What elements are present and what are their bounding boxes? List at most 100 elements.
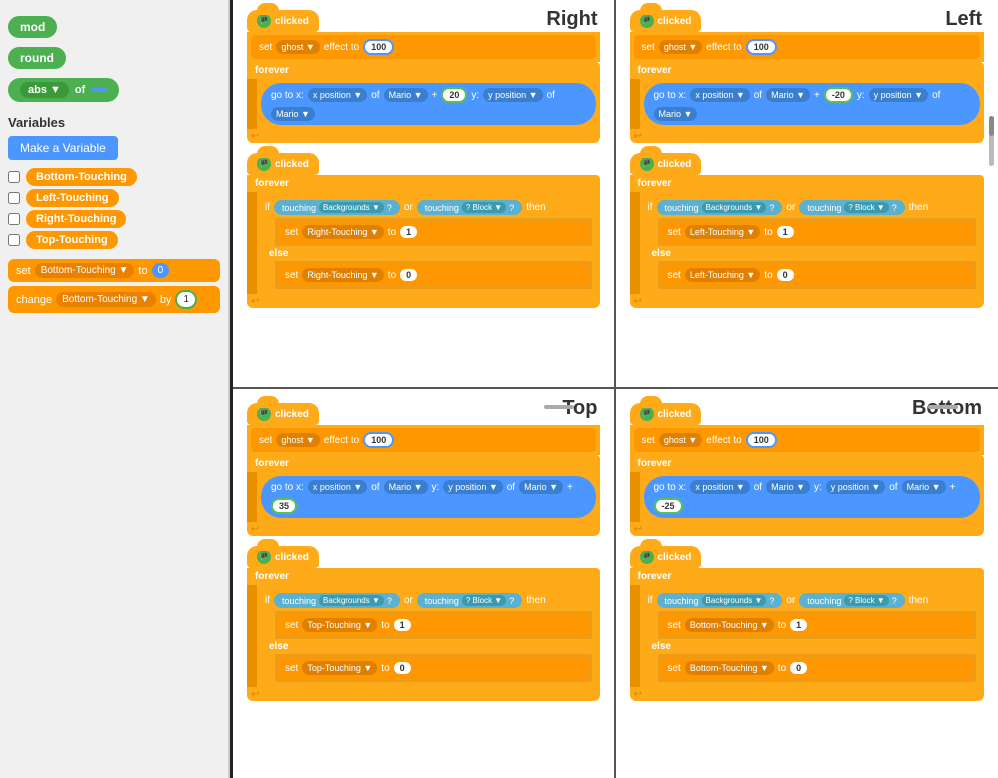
bt-dd-0[interactable]: Bottom-Touching ▼ [685,661,774,675]
top-x-pos-dd[interactable]: x position ▼ [308,480,367,494]
rt-val-0[interactable]: 0 [400,269,417,281]
ghost-dd[interactable]: ghost ▼ [276,40,319,54]
touching-cond-r[interactable]: touching Backgrounds ▼ ? [274,200,400,215]
top-when-clicked-1[interactable]: 🏴 clicked [247,403,319,425]
left-goto-stmt[interactable]: go to x: x position ▼ of Mario ▼ + -20 y… [644,83,981,125]
top-forever-header-2[interactable]: forever [247,568,600,585]
top-when-clicked-2[interactable]: 🏴 clicked [247,546,319,568]
rt-dd-1[interactable]: Right-Touching ▼ [302,225,383,239]
right-forever-header-1[interactable]: forever [247,62,600,79]
abs-value[interactable] [91,88,107,92]
left-set-lt-0[interactable]: set Left-Touching ▼ to 0 [660,264,975,286]
change-bottom-touching-block[interactable]: change Bottom-Touching ▼ by 1 [8,286,220,313]
touching-block-cond-t[interactable]: touching ? Block ▼ ? [417,593,522,608]
bt-val-0[interactable]: 0 [790,662,807,674]
left-set-ghost-stmt[interactable]: set ghost ▼ effect to 100 [634,35,981,59]
right-forever-header-2[interactable]: forever [247,175,600,192]
top-y-pos-dd[interactable]: y position ▼ [443,480,502,494]
bottom-y-pos-dd[interactable]: y position ▼ [826,480,885,494]
bt-dd-1[interactable]: Bottom-Touching ▼ [685,618,774,632]
bottom-mario-dd-1[interactable]: Mario ▼ [766,480,810,494]
top-forever-header-1[interactable]: forever [247,455,600,472]
touching-cond-b[interactable]: touching Backgrounds ▼ ? [657,593,783,608]
bottom-set-ghost-stmt[interactable]: set ghost ▼ effect to 100 [634,428,981,452]
change-var-dropdown[interactable]: Bottom-Touching ▼ [56,292,156,307]
right-set-rt-1[interactable]: set Right-Touching ▼ to 1 [277,221,590,243]
lt-val-1[interactable]: 1 [777,226,794,238]
abs-block[interactable]: abs ▼ of [8,78,119,102]
top-mario-dd-1[interactable]: Mario ▼ [384,480,428,494]
bottom-set-bt-0[interactable]: set Bottom-Touching ▼ to 0 [660,657,975,679]
right-goto-stmt[interactable]: go to x: x position ▼ of Mario ▼ + 20 y:… [261,83,596,125]
tt-dd-1[interactable]: Top-Touching ▼ [302,618,377,632]
block-dd-r[interactable]: ? Block ▼ [462,202,506,213]
left-x-pos-dd[interactable]: x position ▼ [690,88,749,102]
lt-val-0[interactable]: 0 [777,269,794,281]
set-bottom-touching-block[interactable]: set Bottom-Touching ▼ to 0 [8,259,220,282]
top-mario-dd-2[interactable]: Mario ▼ [519,480,563,494]
backgrounds-dd-b[interactable]: Backgrounds ▼ [702,595,767,606]
top-offset-val[interactable]: 35 [271,498,297,514]
touching-cond-l[interactable]: touching Backgrounds ▼ ? [657,200,783,215]
make-variable-button[interactable]: Make a Variable [8,136,118,160]
touching-cond-t[interactable]: touching Backgrounds ▼ ? [274,593,400,608]
top-set-tt-0[interactable]: set Top-Touching ▼ to 0 [277,657,590,679]
mario-dd-2[interactable]: Mario ▼ [271,107,315,121]
bt-val-1[interactable]: 1 [790,619,807,631]
bottom-mario-dd-2[interactable]: Mario ▼ [902,480,946,494]
rt-dd-0[interactable]: Right-Touching ▼ [302,268,383,282]
bottom-set-bt-1[interactable]: set Bottom-Touching ▼ to 1 [660,614,975,636]
left-forever-header-2[interactable]: forever [630,175,985,192]
tt-val-1[interactable]: 1 [394,619,411,631]
bottom-ghost-value[interactable]: 100 [746,432,777,448]
backgrounds-dd-l[interactable]: Backgrounds ▼ [702,202,767,213]
right-set-rt-0[interactable]: set Right-Touching ▼ to 0 [277,264,590,286]
left-forever-header-1[interactable]: forever [630,62,985,79]
right-set-ghost-stmt[interactable]: set ghost ▼ effect to 100 [251,35,596,59]
bottom-forever-header-1[interactable]: forever [630,455,985,472]
var-bottom-touching-checkbox[interactable] [8,171,20,183]
bottom-goto-stmt[interactable]: go to x: x position ▼ of Mario ▼ y: y po… [644,476,981,518]
top-set-tt-1[interactable]: set Top-Touching ▼ to 1 [277,614,590,636]
left-ghost-dd[interactable]: ghost ▼ [659,40,702,54]
var-left-touching-checkbox[interactable] [8,192,20,204]
tt-val-0[interactable]: 0 [394,662,411,674]
rt-val-1[interactable]: 1 [400,226,417,238]
set-var-dropdown[interactable]: Bottom-Touching ▼ [35,263,135,278]
abs-dropdown[interactable]: abs ▼ [20,82,69,98]
left-mario-dd-2[interactable]: Mario ▼ [654,107,698,121]
left-set-lt-1[interactable]: set Left-Touching ▼ to 1 [660,221,975,243]
tt-dd-0[interactable]: Top-Touching ▼ [302,661,377,675]
left-ghost-value[interactable]: 100 [746,39,777,55]
left-scrollbar[interactable] [989,116,994,166]
bottom-forever-header-2[interactable]: forever [630,568,985,585]
left-y-pos-dd[interactable]: y position ▼ [869,88,928,102]
touching-block-cond-b[interactable]: touching ? Block ▼ ? [799,593,904,608]
var-top-touching-checkbox[interactable] [8,234,20,246]
left-mario-dd-1[interactable]: Mario ▼ [766,88,810,102]
bottom-offset-val[interactable]: -25 [654,498,683,514]
top-set-ghost-stmt[interactable]: set ghost ▼ effect to 100 [251,428,596,452]
bottom-when-clicked-2[interactable]: 🏴 clicked [630,546,702,568]
change-value[interactable]: 1 [175,290,197,309]
mod-block[interactable]: mod [8,16,57,38]
lt-dd-0[interactable]: Left-Touching ▼ [685,268,760,282]
top-ghost-value[interactable]: 100 [363,432,394,448]
round-block[interactable]: round [8,47,66,69]
bottom-when-clicked-1[interactable]: 🏴 clicked [630,403,702,425]
top-goto-stmt[interactable]: go to x: x position ▼ of Mario ▼ y: y po… [261,476,596,518]
left-when-clicked-1[interactable]: 🏴 clicked [630,10,702,32]
bottom-x-pos-dd[interactable]: x position ▼ [690,480,749,494]
right-offset-val[interactable]: 20 [441,87,467,103]
right-when-clicked-1[interactable]: 🏴 clicked [247,10,319,32]
top-ghost-dd[interactable]: ghost ▼ [276,433,319,447]
left-offset-val[interactable]: -20 [824,87,853,103]
mario-dd-1[interactable]: Mario ▼ [384,88,428,102]
backgrounds-dd-t[interactable]: Backgrounds ▼ [319,595,384,606]
ghost-value[interactable]: 100 [363,39,394,55]
lt-dd-1[interactable]: Left-Touching ▼ [685,225,760,239]
block-dd-t[interactable]: ? Block ▼ [462,595,506,606]
backgrounds-dd-r[interactable]: Backgrounds ▼ [319,202,384,213]
block-dd-l[interactable]: ? Block ▼ [844,202,888,213]
var-right-touching-checkbox[interactable] [8,213,20,225]
